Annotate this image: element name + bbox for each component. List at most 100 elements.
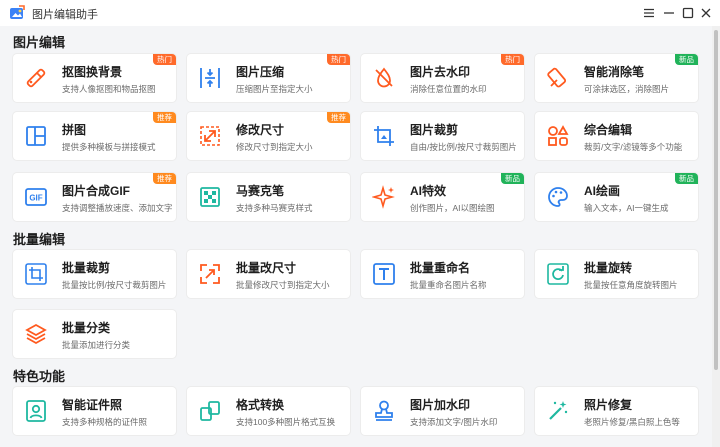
card-name: 照片修复: [584, 398, 633, 412]
maximize-button[interactable]: [679, 4, 697, 22]
card-watermark-remove[interactable]: 图片去水印 消除任意位置的水印 热门: [361, 54, 524, 102]
card-id-photo[interactable]: 智能证件照 支持多种规格的证件照: [13, 387, 176, 435]
card-name: 智能消除笔: [584, 65, 645, 79]
card-name: 图片合成GIF: [62, 184, 130, 198]
card-combo[interactable]: 综合编辑 裁剪/文字/滤镜等多个功能: [535, 112, 698, 160]
close-icon: [701, 8, 711, 18]
card-name: 图片压缩: [236, 65, 285, 79]
card-eraser[interactable]: 智能消除笔 可涂抹选区，消除图片 新品: [535, 54, 698, 102]
recommend-badge: 推荐: [327, 112, 350, 123]
minimize-button[interactable]: [660, 4, 678, 22]
card-desc: 支持添加文字/图片水印: [410, 417, 498, 427]
card-batch-rotate[interactable]: 批量旋转 批量按任意角度旋转图片: [535, 250, 698, 298]
card-desc: 裁剪/文字/滤镜等多个功能: [584, 142, 683, 152]
new-badge: 新品: [675, 173, 698, 184]
new-badge: 新品: [501, 173, 524, 184]
card-name: AI绘画: [584, 184, 621, 198]
vertical-scrollbar[interactable]: [712, 26, 720, 447]
app-logo-icon: [10, 5, 25, 19]
card-desc: 批量按任意角度旋转图片: [584, 280, 678, 290]
crop-icon: [374, 126, 394, 146]
card-name: 批量改尺寸: [236, 261, 297, 275]
card-desc: 批量修改尺寸到指定大小: [236, 280, 330, 290]
card-desc: 创作图片，AI以图绘图: [410, 203, 495, 213]
card-gif[interactable]: GIF 图片合成GIF 支持调整播放速度、添加文字 推荐: [13, 173, 176, 221]
card-matting[interactable]: 抠图换背景 支持人像抠图和物品抠图 热门: [13, 54, 176, 102]
card-name: 格式转换: [236, 398, 285, 412]
hot-badge: 热门: [153, 54, 176, 65]
convert-icon: [200, 401, 220, 421]
card-desc: 压缩图片至指定大小: [236, 84, 313, 94]
card-desc: 自由/按比例/按尺寸裁剪图片: [410, 142, 517, 152]
card-desc: 支持多种规格的证件照: [62, 417, 148, 427]
card-name: 图片加水印: [410, 398, 471, 412]
card-name: 智能证件照: [62, 398, 123, 412]
grid-icon: [548, 125, 569, 146]
palette-icon: [548, 187, 568, 207]
resize-icon: [200, 126, 220, 146]
card-desc: 可涂抹选区，消除图片: [584, 84, 670, 94]
eraser-icon: [547, 67, 567, 88]
card-desc: 输入文本，AI一键生成: [584, 203, 669, 213]
new-badge: 新品: [675, 54, 698, 65]
card-batch-classify[interactable]: 批量分类 批量添加进行分类: [13, 310, 176, 358]
batch-resize-icon: [200, 264, 220, 284]
scrollbar-thumb[interactable]: [714, 30, 718, 370]
card-name: 批量重命名: [410, 261, 471, 275]
card-desc: 支持人像抠图和物品抠图: [62, 84, 156, 94]
card-batch-resize[interactable]: 批量改尺寸 批量修改尺寸到指定大小: [187, 250, 350, 298]
card-desc: 批量重命名图片名称: [410, 280, 487, 290]
card-batch-crop[interactable]: 批量裁剪 批量按比例/按尺寸裁剪图片: [13, 250, 176, 298]
magic-wand-icon: [26, 68, 46, 88]
card-name: 拼图: [62, 123, 87, 137]
card-batch-rename[interactable]: 批量重命名 批量重命名图片名称: [361, 250, 524, 298]
card-desc: 支持多种马赛克样式: [236, 203, 313, 213]
card-name: 批量分类: [62, 321, 111, 335]
sparkle-icon: [372, 185, 395, 209]
card-name: 修改尺寸: [236, 123, 285, 137]
title-bar: 图片编辑助手: [0, 0, 720, 26]
svg-text:GIF: GIF: [29, 194, 42, 203]
card-add-watermark[interactable]: 图片加水印 支持添加文字/图片水印: [361, 387, 524, 435]
section-title-special: 特色功能: [13, 369, 66, 384]
rename-icon: [373, 263, 395, 285]
card-name: 综合编辑: [584, 123, 633, 137]
rotate-icon: [547, 263, 569, 285]
card-mosaic[interactable]: 马赛克笔 支持多种马赛克样式: [187, 173, 350, 221]
magic-stick-icon: [549, 401, 568, 420]
recommend-badge: 推荐: [153, 112, 176, 123]
card-ai-paint[interactable]: AI绘画 输入文本，AI一键生成 新品: [535, 173, 698, 221]
collage-icon: [26, 126, 46, 146]
card-name: 图片去水印: [410, 65, 471, 79]
card-desc: 消除任意位置的水印: [410, 84, 487, 94]
card-photo-repair[interactable]: 照片修复 老照片修复/黑白照上色等: [535, 387, 698, 435]
stamp-icon: [375, 400, 393, 421]
minimize-icon: [664, 12, 674, 14]
maximize-icon: [682, 7, 694, 19]
hot-badge: 热门: [327, 54, 350, 65]
card-compress[interactable]: 图片压缩 压缩图片至指定大小 热门: [187, 54, 350, 102]
id-photo-icon: [26, 400, 46, 422]
section-title-edit: 图片编辑: [13, 35, 66, 50]
card-ai-effect[interactable]: AI特效 创作图片，AI以图绘图 新品: [361, 173, 524, 221]
card-desc: 老照片修复/黑白照上色等: [584, 417, 680, 427]
card-desc: 提供多种模板与拼接模式: [62, 142, 156, 152]
card-desc: 批量按比例/按尺寸裁剪图片: [62, 280, 167, 290]
section-title-batch: 批量编辑: [13, 232, 66, 247]
card-convert[interactable]: 格式转换 支持100多种图片格式互换: [187, 387, 350, 435]
menu-button[interactable]: [640, 4, 658, 22]
card-name: 批量旋转: [584, 261, 633, 275]
card-crop[interactable]: 图片裁剪 自由/按比例/按尺寸裁剪图片: [361, 112, 524, 160]
gif-icon: GIF: [25, 188, 47, 206]
close-button[interactable]: [697, 4, 715, 22]
app-title: 图片编辑助手: [32, 9, 98, 21]
compress-icon: [200, 68, 220, 88]
card-resize[interactable]: 修改尺寸 修改尺寸到指定大小 推荐: [187, 112, 350, 160]
hot-badge: 热门: [501, 54, 524, 65]
card-collage[interactable]: 拼图 提供多种模板与拼接模式 推荐: [13, 112, 176, 160]
layers-icon: [25, 323, 47, 345]
card-name: 抠图换背景: [62, 65, 123, 79]
watermark-remove-icon: [375, 67, 393, 88]
card-desc: 支持调整播放速度、添加文字: [62, 203, 173, 213]
card-name: 图片裁剪: [410, 123, 459, 137]
